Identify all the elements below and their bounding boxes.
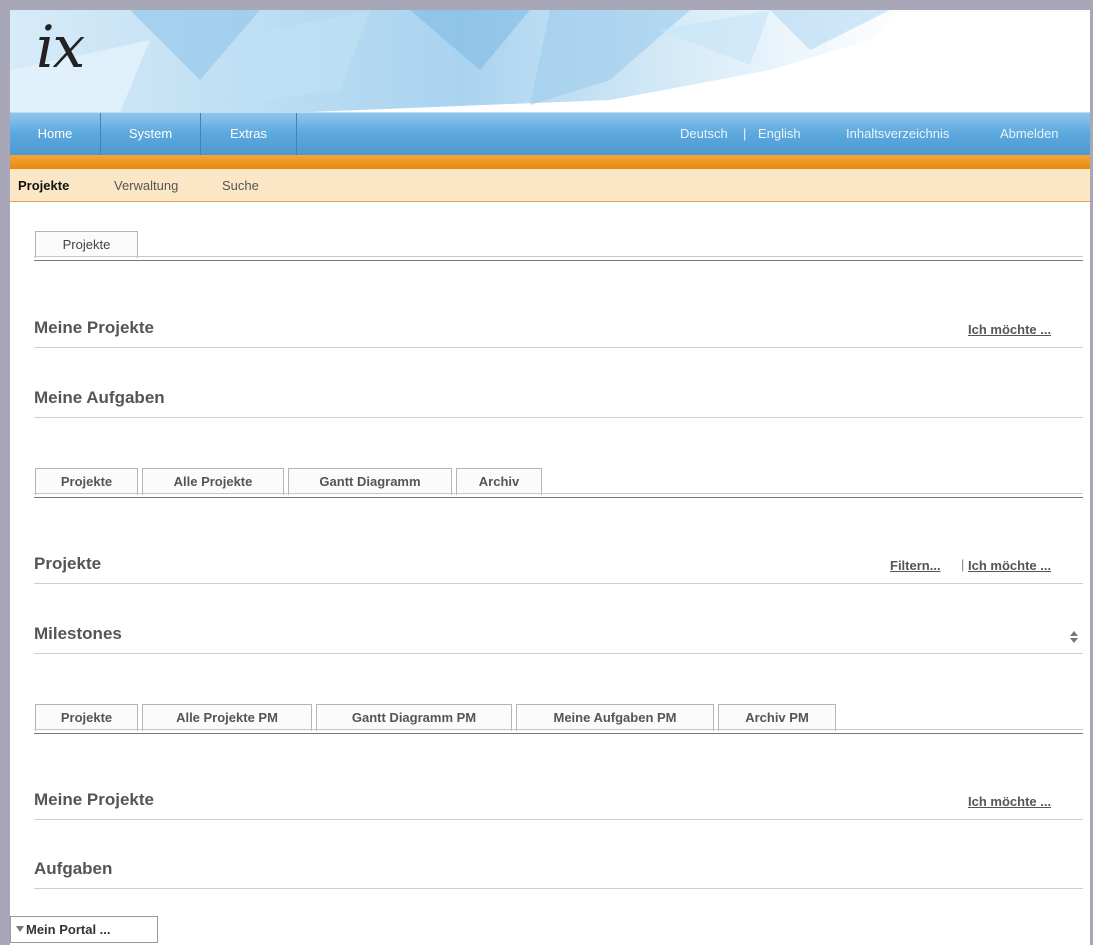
tab-row-divider — [34, 729, 1083, 730]
section-title: Projekte — [34, 554, 102, 573]
tab-row-1: Projekte — [34, 231, 1083, 261]
filtern-link[interactable]: Filtern... — [890, 558, 941, 573]
tab-projekte[interactable]: Projekte — [35, 704, 138, 731]
tab-archiv[interactable]: Archiv — [456, 468, 542, 495]
nav-tab-home[interactable]: Home — [10, 113, 101, 156]
nav-tab-extras[interactable]: Extras — [201, 113, 297, 156]
mein-portal-button[interactable]: Mein Portal ... — [10, 916, 158, 943]
section-title: Meine Projekte — [34, 318, 154, 337]
link-separator: | — [961, 557, 965, 572]
section-title: Meine Aufgaben — [34, 388, 165, 407]
ich-moechte-link[interactable]: Ich möchte ... — [968, 322, 1051, 337]
header-banner: ix — [10, 10, 1090, 112]
ix-logo[interactable]: ix — [36, 18, 85, 76]
ich-moechte-link[interactable]: Ich möchte ... — [968, 794, 1051, 809]
triangle-down-icon — [16, 926, 24, 932]
toc-link[interactable]: Inhaltsverzeichnis — [846, 113, 949, 156]
tab-projekte[interactable]: Projekte — [35, 468, 138, 495]
tab-row-2: Projekte Alle Projekte Gantt Diagramm Ar… — [34, 468, 1083, 498]
tab-row-divider — [34, 256, 1083, 257]
top-navigation: Home System Extras Deutsch | English Inh… — [10, 112, 1090, 156]
section-aufgaben: Aufgaben — [34, 853, 1083, 889]
sort-icon[interactable] — [1069, 630, 1079, 644]
lang-deutsch-link[interactable]: Deutsch — [680, 113, 728, 156]
tab-archiv-pm[interactable]: Archiv PM — [718, 704, 836, 731]
tab-row-baseline — [34, 733, 1083, 734]
tab-row-divider — [34, 493, 1083, 494]
section-title: Milestones — [34, 624, 122, 643]
subnav-item-projekte[interactable]: Projekte — [18, 169, 69, 202]
section-title: Aufgaben — [34, 859, 113, 878]
tab-gantt-diagramm-pm[interactable]: Gantt Diagramm PM — [316, 704, 512, 731]
tab-gantt-diagramm[interactable]: Gantt Diagramm — [288, 468, 452, 495]
subnav-item-suche[interactable]: Suche — [222, 169, 259, 202]
tab-meine-aufgaben-pm[interactable]: Meine Aufgaben PM — [516, 704, 714, 731]
lang-english-link[interactable]: English — [758, 113, 801, 156]
section-meine-aufgaben: Meine Aufgaben — [34, 382, 1083, 418]
section-meine-projekte-pm: Meine Projekte Ich möchte ... — [34, 784, 1083, 820]
tab-row-baseline — [34, 497, 1083, 498]
section-projekte: Projekte Filtern... | Ich möchte ... — [34, 548, 1083, 584]
lang-separator: | — [743, 126, 747, 141]
ich-moechte-link[interactable]: Ich möchte ... — [968, 558, 1051, 573]
tab-row-baseline — [34, 260, 1083, 261]
nav-tab-system[interactable]: System — [101, 113, 201, 156]
tab-alle-projekte-pm[interactable]: Alle Projekte PM — [142, 704, 312, 731]
sub-navigation: Projekte Verwaltung Suche — [10, 169, 1090, 202]
tab-row-3: Projekte Alle Projekte PM Gantt Diagramm… — [34, 704, 1083, 734]
mein-portal-label: Mein Portal ... — [26, 922, 111, 937]
tab-alle-projekte[interactable]: Alle Projekte — [142, 468, 284, 495]
app-frame: ix Home System Extras Deutsch | English … — [10, 10, 1090, 945]
section-title: Meine Projekte — [34, 790, 154, 809]
section-meine-projekte: Meine Projekte Ich möchte ... — [34, 312, 1083, 348]
logout-link[interactable]: Abmelden — [1000, 113, 1059, 156]
orange-divider — [10, 155, 1090, 169]
section-milestones: Milestones — [34, 618, 1083, 654]
subnav-item-verwaltung[interactable]: Verwaltung — [114, 169, 178, 202]
banner-decoration — [10, 10, 910, 112]
tab-projekte[interactable]: Projekte — [35, 231, 138, 258]
